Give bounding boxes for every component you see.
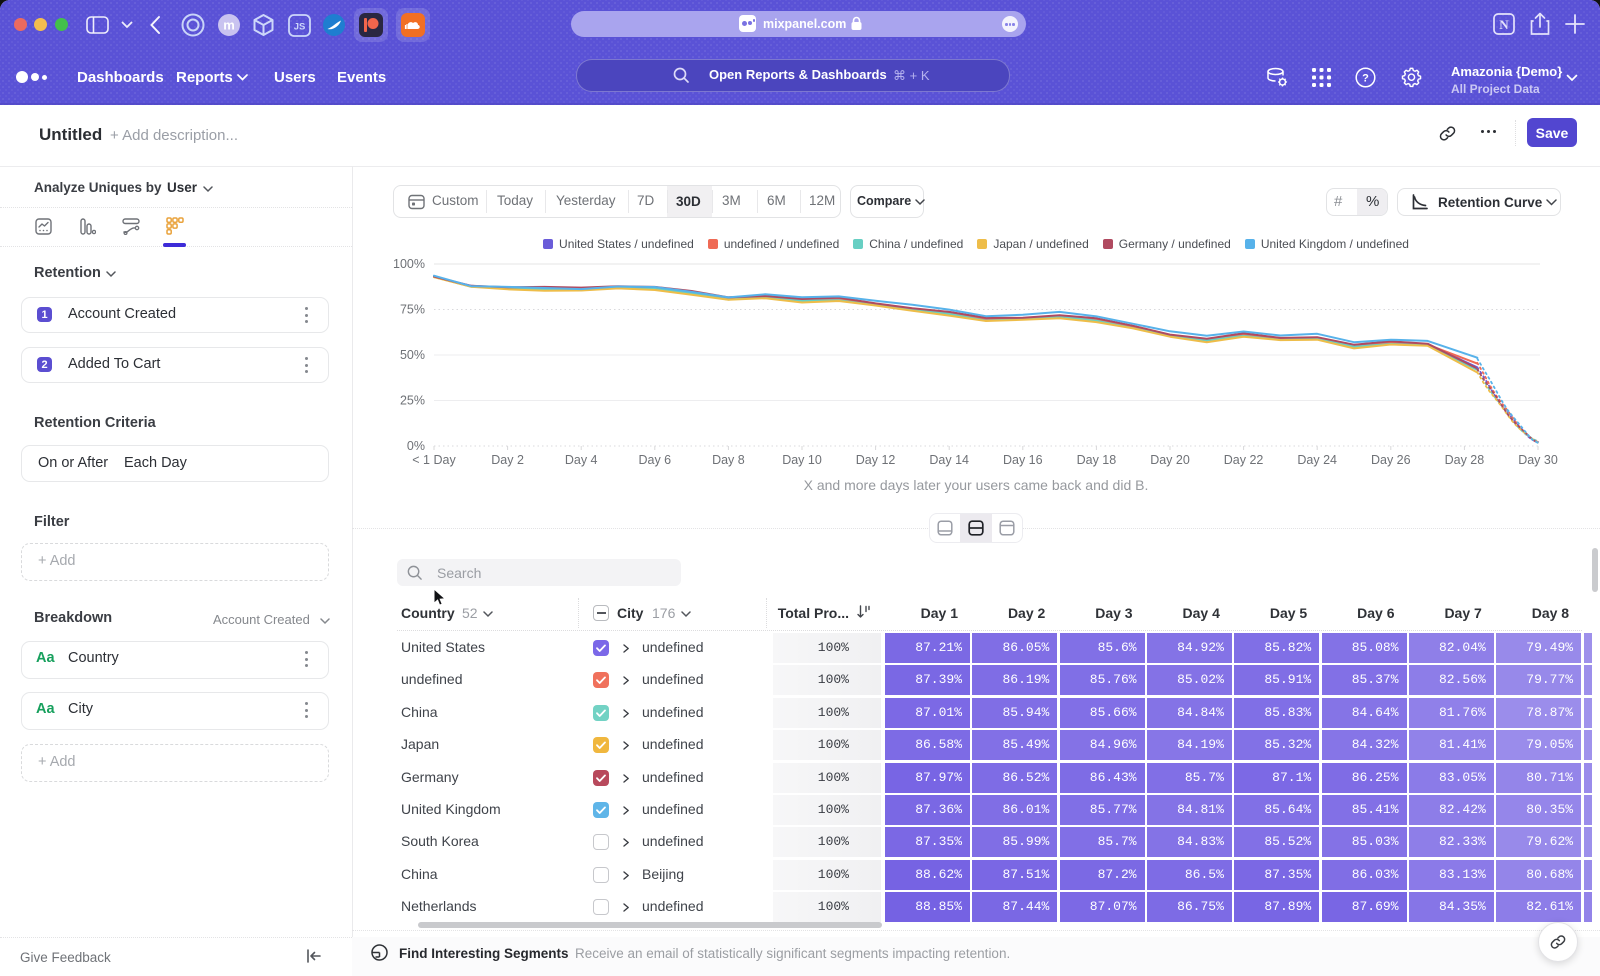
svg-text:Day 10: Day 10 bbox=[782, 453, 822, 467]
svg-text:Day 18: Day 18 bbox=[1077, 453, 1117, 467]
svg-text:Day 24: Day 24 bbox=[1297, 453, 1337, 467]
svg-text:m: m bbox=[223, 18, 235, 33]
svg-text:?: ? bbox=[1362, 73, 1369, 85]
svg-text:Day 26: Day 26 bbox=[1371, 453, 1411, 467]
svg-text:Day 2: Day 2 bbox=[491, 453, 524, 467]
svg-text:25%: 25% bbox=[400, 394, 425, 408]
svg-text:Day 22: Day 22 bbox=[1224, 453, 1264, 467]
svg-text:50%: 50% bbox=[400, 348, 425, 362]
svg-text:< 1 Day: < 1 Day bbox=[412, 453, 456, 467]
svg-text:Day 28: Day 28 bbox=[1445, 453, 1485, 467]
svg-text:Day 14: Day 14 bbox=[929, 453, 969, 467]
svg-text:Day 16: Day 16 bbox=[1003, 453, 1043, 467]
svg-text:0%: 0% bbox=[407, 439, 425, 453]
svg-text:Day 20: Day 20 bbox=[1150, 453, 1190, 467]
svg-text:100%: 100% bbox=[393, 257, 425, 271]
svg-text:Day 30: Day 30 bbox=[1518, 453, 1558, 467]
svg-text:75%: 75% bbox=[400, 303, 425, 317]
svg-text:Day 12: Day 12 bbox=[856, 453, 896, 467]
svg-text:Day 4: Day 4 bbox=[565, 453, 598, 467]
svg-text:Day 8: Day 8 bbox=[712, 453, 745, 467]
svg-text:N: N bbox=[1499, 17, 1509, 32]
svg-text:JS: JS bbox=[294, 22, 306, 33]
svg-text:Day 6: Day 6 bbox=[638, 453, 671, 467]
